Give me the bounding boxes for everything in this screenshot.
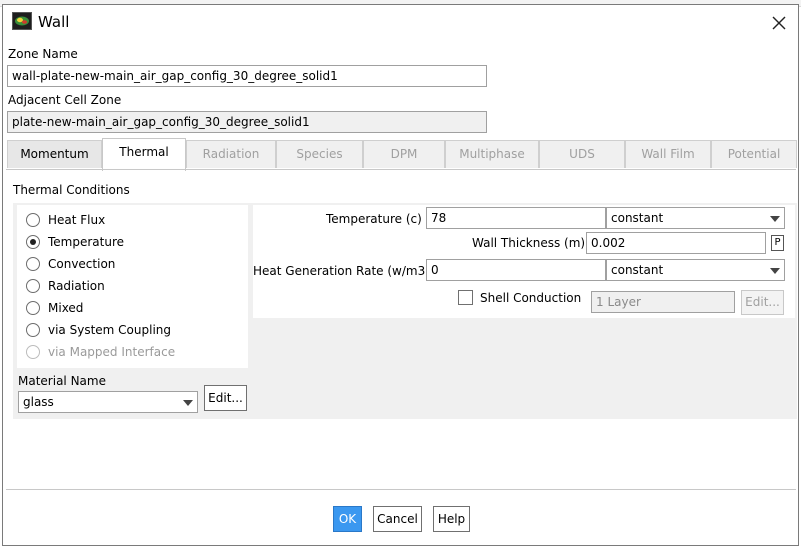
temperature-method-dropdown[interactable]: constant <box>606 207 785 229</box>
tab-momentum[interactable]: Momentum <box>7 140 102 168</box>
material-edit-button[interactable]: Edit... <box>204 385 247 411</box>
tab-uds[interactable]: UDS <box>539 140 625 168</box>
help-button[interactable]: Help <box>433 506 470 532</box>
shell-conduction-checkbox[interactable] <box>458 290 473 305</box>
cancel-button[interactable]: Cancel <box>373 506 422 532</box>
temperature-method-value: constant <box>611 211 664 225</box>
tab-multiphase[interactable]: Multiphase <box>445 140 539 168</box>
wall-thickness-input[interactable]: 0.002 <box>586 232 766 254</box>
tab-potential[interactable]: Potential <box>711 140 797 168</box>
adjacent-cell-zone-field: plate-new-main_air_gap_config_30_degree_… <box>7 111 487 133</box>
material-name-dropdown[interactable]: glass <box>18 391 198 413</box>
temperature-label: Temperature (c) <box>326 212 422 226</box>
radio-radiation-label: Radiation <box>48 279 105 293</box>
zone-name-input[interactable]: wall-plate-new-main_air_gap_config_30_de… <box>7 65 487 87</box>
chevron-down-icon <box>770 268 780 274</box>
material-name-label: Material Name <box>18 374 106 388</box>
radio-convection[interactable] <box>26 257 40 271</box>
fluent-app-icon <box>12 12 32 30</box>
window-title: Wall <box>38 13 70 31</box>
radio-temperature-label: Temperature <box>48 235 125 249</box>
radio-via-system-coupling[interactable] <box>26 323 40 337</box>
chevron-down-icon <box>183 400 193 406</box>
material-name-value: glass <box>23 395 54 409</box>
heat-generation-method-value: constant <box>611 263 664 277</box>
tab-species[interactable]: Species <box>276 140 363 168</box>
tab-dpm[interactable]: DPM <box>363 140 445 168</box>
radio-heat-flux-label: Heat Flux <box>48 213 106 227</box>
wall-thickness-label: Wall Thickness (m) <box>472 236 586 250</box>
ok-button[interactable]: OK <box>333 506 362 532</box>
heat-generation-method-dropdown[interactable]: constant <box>606 259 785 281</box>
thermal-conditions-label: Thermal Conditions <box>13 183 130 197</box>
tab-wall-film[interactable]: Wall Film <box>625 140 711 168</box>
footer-divider <box>6 489 796 490</box>
radio-via-mapped-interface-label: via Mapped Interface <box>48 345 176 359</box>
heat-generation-rate-input[interactable]: 0 <box>426 259 606 281</box>
radio-mixed[interactable] <box>26 301 40 315</box>
radio-convection-label: Convection <box>48 257 116 271</box>
tab-thermal[interactable]: Thermal <box>102 138 186 171</box>
radio-heat-flux[interactable] <box>26 213 40 227</box>
close-icon[interactable] <box>767 11 791 35</box>
radio-temperature[interactable] <box>26 235 40 249</box>
zone-name-label: Zone Name <box>8 47 78 61</box>
tab-radiation[interactable]: Radiation <box>186 140 276 168</box>
radio-via-system-coupling-label: via System Coupling <box>48 323 171 337</box>
parameter-button[interactable]: P <box>771 235 784 251</box>
heat-generation-rate-label: Heat Generation Rate (w/m3) <box>253 264 430 278</box>
radio-mixed-label: Mixed <box>48 301 84 315</box>
adjacent-cell-zone-label: Adjacent Cell Zone <box>8 93 122 107</box>
layers-edit-button[interactable]: Edit... <box>741 290 784 315</box>
radio-radiation[interactable] <box>26 279 40 293</box>
chevron-down-icon <box>770 216 780 222</box>
shell-conduction-label: Shell Conduction <box>480 291 582 305</box>
temperature-input[interactable]: 78 <box>426 207 606 229</box>
layers-field: 1 Layer <box>591 291 735 313</box>
radio-via-mapped-interface <box>26 345 40 359</box>
